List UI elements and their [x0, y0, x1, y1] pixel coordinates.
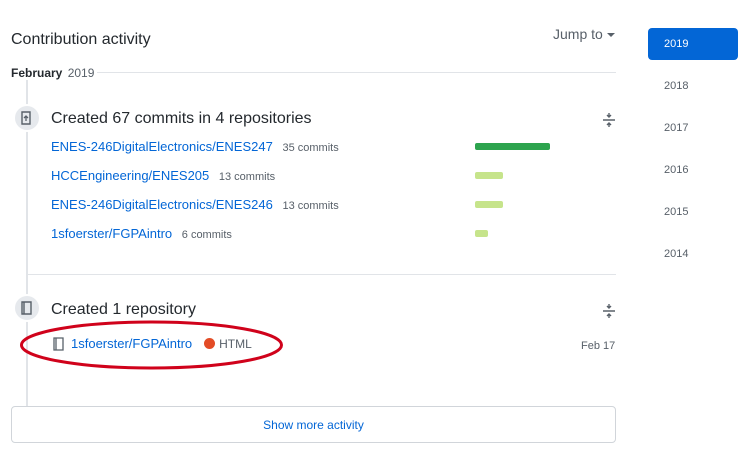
month-name: February [11, 66, 63, 80]
year-item[interactable]: 2016 [648, 154, 738, 186]
month-heading: February 2019 [11, 66, 94, 80]
repo-link[interactable]: ENES-246DigitalElectronics/ENES247 [51, 139, 273, 154]
section-divider [28, 274, 616, 275]
commit-bar [475, 230, 488, 237]
repo-push-icon [21, 111, 31, 125]
fold-icon[interactable] [601, 303, 617, 319]
year-item[interactable]: 2015 [648, 196, 738, 228]
repo-row: ENES-246DigitalElectronics/ENES246 13 co… [51, 197, 339, 212]
month-year: 2019 [67, 66, 95, 80]
repo-link[interactable]: ENES-246DigitalElectronics/ENES246 [51, 197, 273, 212]
repo-link[interactable]: HCCEngineering/ENES205 [51, 168, 209, 183]
year-list: 2019 2018 2017 2016 2015 2014 [648, 28, 738, 280]
fold-icon[interactable] [601, 112, 617, 128]
repo-row: HCCEngineering/ENES205 13 commits [51, 168, 275, 183]
repo-row: 1sfoerster/FGPAintro 6 commits [51, 226, 232, 241]
repo-section-title: Created 1 repository [51, 301, 196, 318]
caret-down-icon [606, 32, 615, 37]
year-item[interactable]: 2019 [648, 28, 738, 60]
repo-icon [21, 301, 32, 315]
commit-badge [13, 104, 41, 132]
created-date: Feb 17 [581, 340, 616, 352]
month-divider [97, 72, 616, 73]
language-name: HTML [219, 336, 252, 351]
commit-bar [475, 172, 503, 179]
year-item[interactable]: 2018 [648, 70, 738, 102]
year-item[interactable]: 2014 [648, 238, 738, 270]
jump-to-label: Jump to [553, 26, 603, 42]
commit-count: 6 commits [181, 229, 232, 241]
language-color-dot [204, 338, 216, 349]
page-title: Contribution activity [11, 31, 151, 48]
commit-count: 13 commits [282, 200, 339, 212]
commit-count: 13 commits [218, 171, 276, 183]
commits-section-title: Created 67 commits in 4 repositories [51, 110, 312, 127]
repo-row: ENES-246DigitalElectronics/ENES247 35 co… [51, 139, 339, 154]
repo-link[interactable]: 1sfoerster/FGPAintro [51, 226, 172, 241]
commit-bar [475, 201, 503, 208]
year-item[interactable]: 2017 [648, 112, 738, 144]
created-repo-link[interactable]: 1sfoerster/FGPAintro [71, 336, 192, 351]
jump-to-dropdown[interactable]: Jump to [553, 26, 615, 42]
show-more-button[interactable]: Show more activity [11, 406, 616, 443]
commit-bar [475, 143, 550, 150]
created-repo-row: 1sfoerster/FGPAintro HTML [53, 336, 252, 351]
repo-badge [13, 294, 41, 322]
repo-icon [53, 336, 64, 351]
commit-count: 35 commits [282, 142, 339, 154]
